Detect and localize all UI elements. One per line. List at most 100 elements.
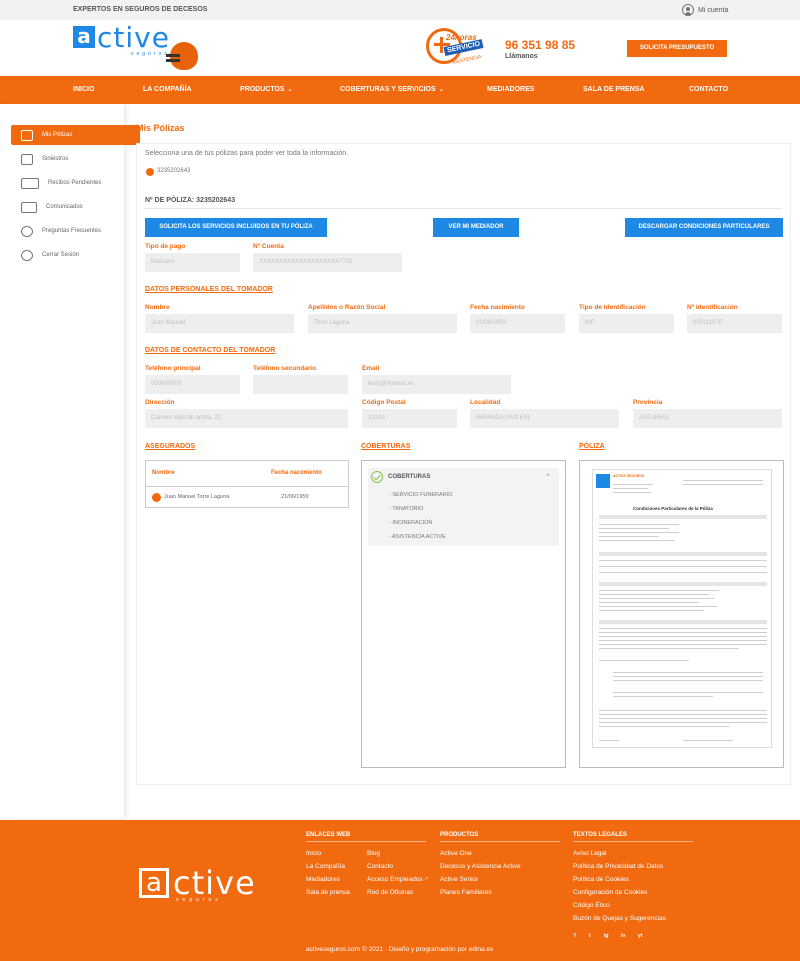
- sidebar-item-label: Comunicados: [46, 204, 83, 210]
- footer-logo-sub: seguros: [176, 897, 222, 903]
- name-label: Nombre: [145, 304, 170, 311]
- footer-product-link[interactable]: Planes Familiares: [440, 889, 492, 896]
- policy-document-preview[interactable]: ACTIVE SEGUROS Condiciones Particulares …: [592, 469, 772, 748]
- document-line: [613, 680, 763, 681]
- account-number-label: Nº Cuenta: [253, 243, 284, 250]
- header: a ctive seguros 24horas SERVICIO ASISTEN…: [0, 20, 800, 76]
- footer-product-link[interactable]: Active One: [440, 850, 472, 857]
- insured-row-name: Juan Manuel Torre Laguna: [164, 494, 230, 500]
- instagram-icon[interactable]: ig: [604, 933, 608, 939]
- footer-logo[interactable]: a ctive: [139, 867, 256, 899]
- assistance-badge: 24horas SERVICIO ASISTENCIA: [426, 28, 494, 66]
- footer-link[interactable]: Blog: [367, 850, 380, 857]
- document-line: [599, 536, 659, 537]
- main-phone-field: 000000000: [145, 375, 240, 394]
- nav-contacto[interactable]: CONTACTO: [689, 86, 728, 93]
- sidebar-item-preguntas[interactable]: Preguntas Frecuentes: [11, 221, 140, 241]
- footer-link[interactable]: Acceso Empleados ↗: [367, 876, 428, 883]
- account-link[interactable]: Mi cuenta: [682, 4, 728, 16]
- document-title: Condiciones Particulares de la Póliza: [633, 506, 713, 511]
- nav-compania[interactable]: LA COMPAÑÍA: [143, 86, 192, 93]
- birth-date-label: Fecha nacimiento: [470, 304, 525, 311]
- chevron-up-icon[interactable]: ⌃: [545, 473, 551, 481]
- document-line: [599, 740, 619, 741]
- footer-legal-link[interactable]: Código Ético: [573, 902, 610, 909]
- sidebar-item-polizas[interactable]: Mis Pólizas: [11, 125, 140, 145]
- footer-legal-link[interactable]: Política de Cookies: [573, 876, 629, 883]
- document-line: [599, 710, 767, 711]
- secondary-phone-label: Teléfono secundario: [253, 365, 317, 372]
- id-type-field: NIF: [579, 314, 674, 333]
- power-icon: [21, 249, 33, 261]
- footer-product-link[interactable]: Decesos y Asistencia Active: [440, 863, 521, 870]
- document-line: [599, 636, 767, 637]
- footer-legal-link[interactable]: Buzón de Quejas y Sugerencias: [573, 915, 666, 922]
- nav-mediadores[interactable]: MEDIADORES: [487, 86, 534, 93]
- footer-link[interactable]: Red de Oficinas: [367, 889, 413, 896]
- document-line: [599, 722, 767, 723]
- nav-coberturas[interactable]: COBERTURAS Y SERVICIOS ⌄: [340, 86, 444, 93]
- view-mediator-button[interactable]: VER MI MEDIADOR: [433, 218, 519, 237]
- sidebar-item-label: Recibos Pendientes: [48, 180, 102, 186]
- document-line: [613, 492, 651, 493]
- youtube-icon[interactable]: yt: [638, 933, 642, 939]
- document-line: [599, 606, 717, 607]
- request-quote-button[interactable]: SOLICITA PRESUPUESTO: [627, 40, 727, 57]
- sidebar-item-label: Cerrar Sesión: [42, 252, 80, 258]
- document-line: [599, 560, 767, 561]
- footer-link[interactable]: Sala de prensa: [306, 889, 350, 896]
- facebook-icon[interactable]: f: [574, 933, 576, 939]
- linkedin-icon[interactable]: in: [621, 933, 625, 939]
- nav-productos[interactable]: PRODUCTOS ⌄: [240, 86, 293, 93]
- footer-link[interactable]: Mediadores: [306, 876, 340, 883]
- document-line: [599, 610, 704, 611]
- phone-number[interactable]: 96 351 98 85: [505, 38, 575, 52]
- coverage-title: COBERTURAS: [361, 443, 411, 450]
- request-services-button[interactable]: SOLICITA LOS SERVICIOS INCLUIDOS EN TU P…: [145, 218, 327, 237]
- nav-inicio[interactable]: INICIO: [73, 86, 94, 93]
- coverage-item: - ASISTENCIA ACTIVE: [389, 534, 446, 540]
- document-line: [599, 644, 767, 645]
- secondary-phone-field: [253, 375, 348, 394]
- document-line: [599, 714, 767, 715]
- sidebar-item-cerrar-sesion[interactable]: Cerrar Sesión: [11, 245, 140, 265]
- footer-link[interactable]: Contacto: [367, 863, 393, 870]
- nav-sala-prensa[interactable]: SALA DE PRENSA: [583, 86, 645, 93]
- document-line: [599, 566, 767, 567]
- surname-field: Torre Laguna: [308, 314, 457, 333]
- footer-product-link[interactable]: Active Senior: [440, 876, 478, 883]
- check-circle-icon: [371, 471, 383, 483]
- coverage-accordion[interactable]: COBERTURAS ⌃ - SERVICIO FUNERARIO - TANA…: [368, 468, 559, 546]
- download-conditions-button[interactable]: DESCARGAR CONDICIONES PARTICULARES: [625, 218, 783, 237]
- footer-legal-link[interactable]: Configuración de Cookies: [573, 889, 647, 896]
- insured-table: Nombre Fecha nacimiento Juan Manuel Torr…: [145, 460, 349, 508]
- footer-link[interactable]: Inicio: [306, 850, 321, 857]
- insured-row-birth: 21/06/1959: [281, 494, 309, 500]
- document-line: [683, 740, 733, 741]
- name-field: Juan Manuel: [145, 314, 294, 333]
- document-icon: [21, 129, 33, 141]
- document-line: [599, 528, 669, 529]
- insured-col-name: Nombre: [152, 470, 175, 476]
- external-link-icon: ↗: [422, 876, 429, 882]
- document-line: [613, 672, 763, 673]
- footer-legal-link[interactable]: Aviso Legal: [573, 850, 607, 857]
- sidebar-item-comunicados[interactable]: Comunicados: [11, 197, 140, 217]
- coverage-panel: COBERTURAS ⌃ - SERVICIO FUNERARIO - TANA…: [361, 460, 566, 768]
- policy-radio-label[interactable]: 3235202643: [157, 168, 190, 174]
- sidebar-item-recibos[interactable]: Recibos Pendientes: [11, 173, 140, 193]
- account-number-field: XXXXXXXXXXXXXXXXXXXX7722: [253, 253, 402, 272]
- footer-legal-title: TEXTOS LEGALES: [573, 832, 627, 838]
- insured-radio[interactable]: [152, 493, 161, 502]
- sidebar-item-siniestros[interactable]: Siniestros: [11, 149, 140, 169]
- footer-divider: [440, 841, 560, 842]
- top-tagline: EXPERTOS EN SEGUROS DE DECESOS: [73, 6, 208, 13]
- footer-link[interactable]: La Compañía: [306, 863, 345, 870]
- email-field: tests@hotmail.es: [362, 375, 511, 394]
- policy-radio[interactable]: [146, 168, 154, 176]
- twitter-icon[interactable]: t: [589, 933, 591, 939]
- document-bar: [599, 620, 767, 624]
- logo[interactable]: a ctive seguros: [73, 24, 170, 57]
- document-bar: [599, 582, 767, 586]
- footer-legal-link[interactable]: Política de Privacidad de Datos: [573, 863, 663, 870]
